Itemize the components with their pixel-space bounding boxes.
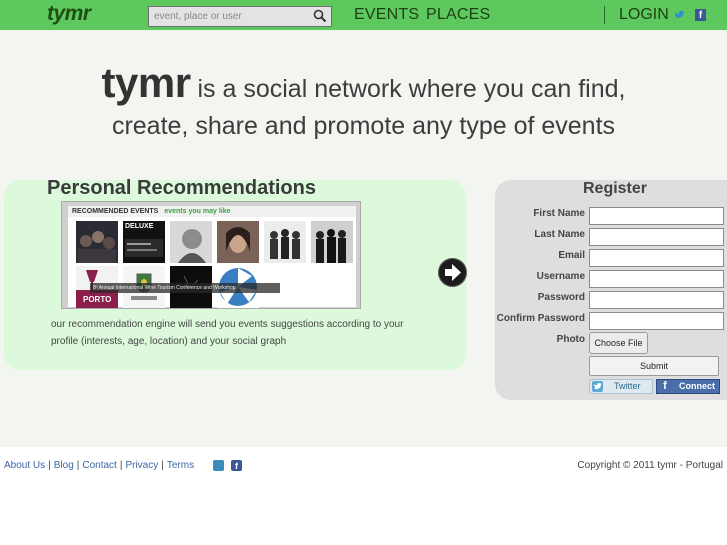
footer: About Us | Blog | Contact | Privacy | Terms f Co… [0,456,727,476]
register-panel: Register First Name Last Name Email User… [495,180,727,400]
username-label: Username [536,271,585,282]
event-thumbnail [311,221,353,263]
twitter-icon[interactable] [213,460,224,471]
submit-button[interactable]: Submit [589,356,719,376]
facebook-connect-button[interactable]: f Connect [656,379,720,394]
facebook-icon[interactable]: f [695,9,706,21]
top-bar: tymr EVENTS PLACES LOGIN f [0,0,727,30]
first-name-field[interactable] [589,207,724,225]
confirm-password-label: Confirm Password [496,313,585,324]
thumbnail-grid: DELUXE PORTO 8º Annual International Win… [68,217,356,308]
facebook-icon: f [663,380,667,392]
event-thumbnail [264,221,306,263]
event-thumbnail [217,221,259,263]
event-thumbnail [170,221,212,263]
username-field[interactable] [589,270,724,288]
choose-file-button[interactable]: Choose File [589,332,648,354]
facebook-icon[interactable]: f [231,460,242,471]
login-link[interactable]: LOGIN [619,6,669,24]
first-name-label: First Name [533,208,585,219]
footer-contact-link[interactable]: Contact [82,460,116,471]
main-content: tymr is a social network where you can f… [0,30,727,471]
photo-label: Photo [556,334,585,345]
twitter-icon[interactable] [674,10,685,20]
twitter-icon [592,381,603,392]
footer-blog-link[interactable]: Blog [54,460,74,471]
hero-brand: tymr [101,59,192,106]
footer-links: About Us | Blog | Contact | Privacy | Terms [4,460,195,471]
email-label: Email [558,250,585,261]
password-field[interactable] [589,291,724,309]
screenshot-header-sub: events you may like [164,208,231,215]
facebook-button-label: Connect [679,381,715,391]
nav-events[interactable]: EVENTS [354,6,419,24]
footer-terms-link[interactable]: Terms [167,460,194,471]
search-input[interactable] [149,7,309,26]
page: tymr EVENTS PLACES LOGIN f tymr is a soc… [0,0,727,545]
twitter-connect-button[interactable]: Twitter [589,379,653,394]
screenshot-header-title: RECOMMENDED EVENTS [72,208,159,215]
recommendations-title: Personal Recommendations [47,177,316,199]
hero-line-2: create, share and promote any type of ev… [111,112,616,140]
footer-privacy-link[interactable]: Privacy [125,460,158,471]
copyright: Copyright © 2011 tymr - Portugal [577,460,723,471]
thumbnail-label-porto: PORTO [83,295,112,304]
event-thumbnail [76,221,118,263]
thumbnail-label-deluxe: DELUXE [125,223,154,230]
last-name-label: Last Name [534,229,585,240]
hero-tagline: tymr is a social network where you can f… [0,62,727,145]
search-box [148,6,332,27]
register-title: Register [582,180,648,197]
footer-about-link[interactable]: About Us [4,460,45,471]
recommendations-description: our recommendation engine will send you … [51,319,404,347]
thumbnail-caption: 8º Annual International Wine Tourism Con… [90,283,280,293]
recommendations-screenshot: RECOMMENDED EVENTS events you may like DE… [61,201,361,309]
recommendations-panel: Personal Recommendations RECOMMENDED EVE… [4,177,466,370]
last-name-field[interactable] [589,228,724,246]
password-label: Password [537,292,585,303]
email-field[interactable] [589,249,724,267]
next-arrow-icon[interactable] [438,258,467,287]
nav-divider [604,6,605,24]
hero-line-1: is a social network where you can find, [190,75,626,103]
twitter-button-label: Twitter [614,381,641,391]
search-icon[interactable] [313,9,327,23]
logo[interactable]: tymr [47,2,91,26]
screenshot-header: RECOMMENDED EVENTS events you may like [68,206,356,217]
confirm-password-field[interactable] [589,312,724,330]
nav-places[interactable]: PLACES [426,6,490,24]
